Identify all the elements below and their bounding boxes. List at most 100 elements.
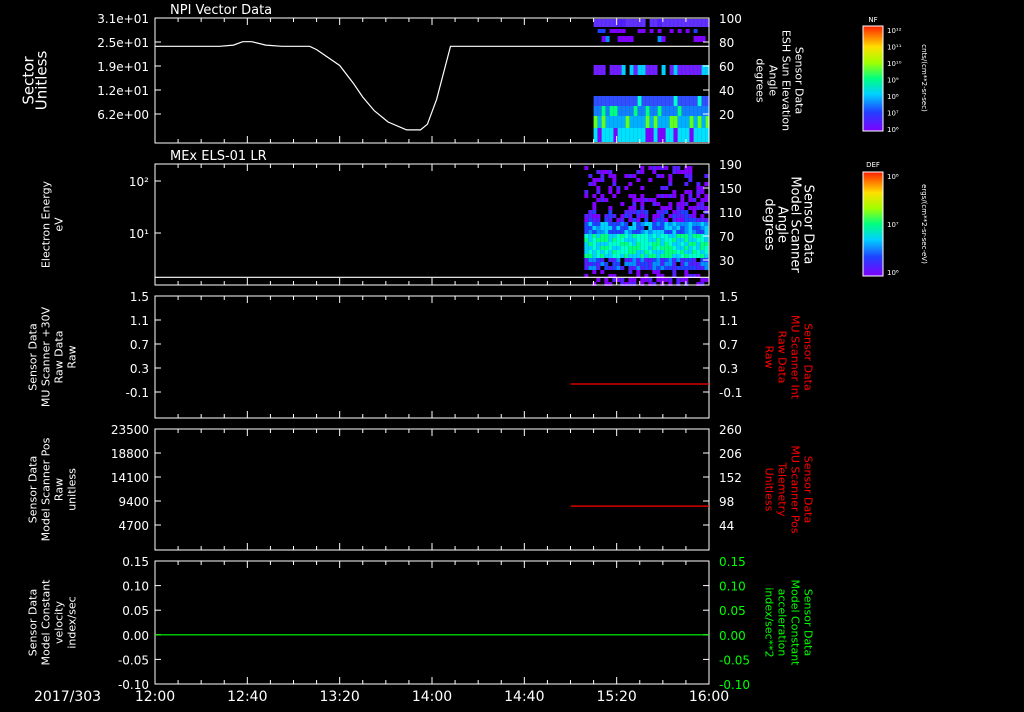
spectrogram-cell: [584, 246, 589, 250]
spectrogram-cell: [640, 230, 645, 234]
spectrogram-cell: [693, 36, 698, 42]
spectrogram-cell: [684, 222, 689, 226]
spectrogram-cell: [608, 246, 613, 250]
spectrogram-cell: [664, 242, 669, 246]
spectrogram-cell: [593, 65, 598, 75]
spectrogram-cell: [700, 266, 705, 270]
spectrogram-cell: [652, 238, 657, 242]
left-tick-label: 10²: [129, 175, 149, 189]
spectrogram-cell: [664, 230, 669, 234]
spectrogram-cell: [592, 206, 597, 210]
spectrogram-cell: [605, 19, 610, 27]
spectrogram-cell: [668, 206, 673, 210]
spectrogram-cell: [584, 258, 589, 262]
spectrogram-cell: [645, 128, 650, 142]
spectrogram-cell: [604, 222, 609, 226]
spectrogram-cell: [608, 214, 613, 218]
spectrogram-cell: [704, 182, 709, 186]
spectrogram-cell: [677, 29, 682, 33]
spectrogram-cell: [601, 128, 606, 142]
x-tick-label: 14:00: [412, 689, 452, 705]
spectrogram-cell: [612, 278, 617, 282]
spectrogram-cell: [652, 262, 657, 266]
spectrogram-cell: [676, 254, 681, 258]
spectrogram-cell: [648, 246, 653, 250]
spectrogram-cell: [620, 266, 625, 270]
spectrogram-cell: [673, 106, 678, 116]
colorbar-nf-units: cnts/(cm**2-sr-sec): [920, 44, 928, 112]
spectrogram-cell: [684, 182, 689, 186]
spectrogram-cell: [604, 226, 609, 230]
spectrogram-cell: [681, 19, 686, 27]
spectrogram-cell: [629, 36, 634, 42]
spectrogram-cell: [696, 190, 701, 194]
spectrogram-cell: [704, 174, 709, 178]
spectrogram-cell: [676, 230, 681, 234]
spectrogram-cell: [680, 198, 685, 202]
spectrogram-cell: [665, 116, 670, 128]
spectrogram-cell: [672, 210, 677, 214]
spectrogram-cell: [636, 258, 641, 262]
spectrogram-cell: [672, 262, 677, 266]
spectrogram-cell: [620, 250, 625, 254]
y-axis-label-right: Telemetry: [776, 461, 789, 517]
spectrogram-cell: [684, 266, 689, 270]
spectrogram-cell: [653, 19, 658, 27]
y-axis-label-left: Raw: [66, 345, 79, 368]
spectrogram-cell: [604, 262, 609, 266]
left-tick-label: 2.5e+01: [97, 36, 149, 50]
spectrogram-cell: [600, 270, 605, 274]
spectrogram-cell: [588, 218, 593, 222]
spectrogram-cell: [680, 202, 685, 206]
spectrogram-cell: [652, 242, 657, 246]
spectrogram-cell: [612, 258, 617, 262]
spectrogram-cell: [592, 238, 597, 242]
spectrogram-cell: [672, 234, 677, 238]
spectrogram-cell: [584, 254, 589, 258]
spectrogram-cell: [617, 29, 622, 33]
spectrogram-cell: [693, 29, 698, 33]
spectrogram-cell: [665, 106, 670, 116]
spectrogram-cell: [664, 222, 669, 226]
spectrogram-cell: [600, 238, 605, 242]
spectrogram-cell: [617, 128, 622, 142]
spectrogram-cell: [681, 106, 686, 116]
right-tick-label: 60: [719, 60, 734, 74]
spectrogram-cell: [584, 166, 589, 170]
spectrogram-cell: [644, 218, 649, 222]
spectrogram-cell: [601, 19, 606, 27]
right-tick-label: -0.05: [719, 653, 750, 667]
spectrogram-cell: [652, 202, 657, 206]
spectrogram-cell: [644, 222, 649, 226]
spectrogram-cell: [668, 222, 673, 226]
spectrogram-cell: [612, 242, 617, 246]
spectrogram-cell: [628, 214, 633, 218]
spectrogram-cell: [692, 262, 697, 266]
spectrogram-cell: [604, 246, 609, 250]
spectrogram-cell: [688, 254, 693, 258]
spectrogram-cell: [664, 278, 669, 282]
spectrogram-cell: [672, 246, 677, 250]
spectrogram-cell: [640, 234, 645, 238]
spectrogram-cell: [633, 128, 638, 142]
spectrogram-cell: [597, 116, 602, 128]
spectrogram-cell: [633, 65, 638, 75]
spectrogram-cell: [692, 226, 697, 230]
right-tick-label: 30: [719, 254, 734, 268]
spectrogram-cell: [588, 210, 593, 214]
y-axis-label-right: ESH Sun Elevation: [780, 30, 793, 131]
spectrogram-cell: [696, 222, 701, 226]
spectrogram-cell: [624, 222, 629, 226]
spectrogram-cell: [644, 262, 649, 266]
y-axis-label-right: MU Scanner Pos: [789, 445, 802, 534]
spectrogram-cell: [633, 116, 638, 128]
spectrogram-cell: [632, 242, 637, 246]
spectrogram-cell: [680, 230, 685, 234]
spectrogram-cell: [696, 206, 701, 210]
spectrogram-cell: [644, 246, 649, 250]
spectrogram-cell: [640, 194, 645, 198]
spectrogram-cell: [681, 65, 686, 75]
spectrogram-cell: [620, 246, 625, 250]
spectrogram-cell: [648, 278, 653, 282]
spectrogram-cell: [624, 254, 629, 258]
